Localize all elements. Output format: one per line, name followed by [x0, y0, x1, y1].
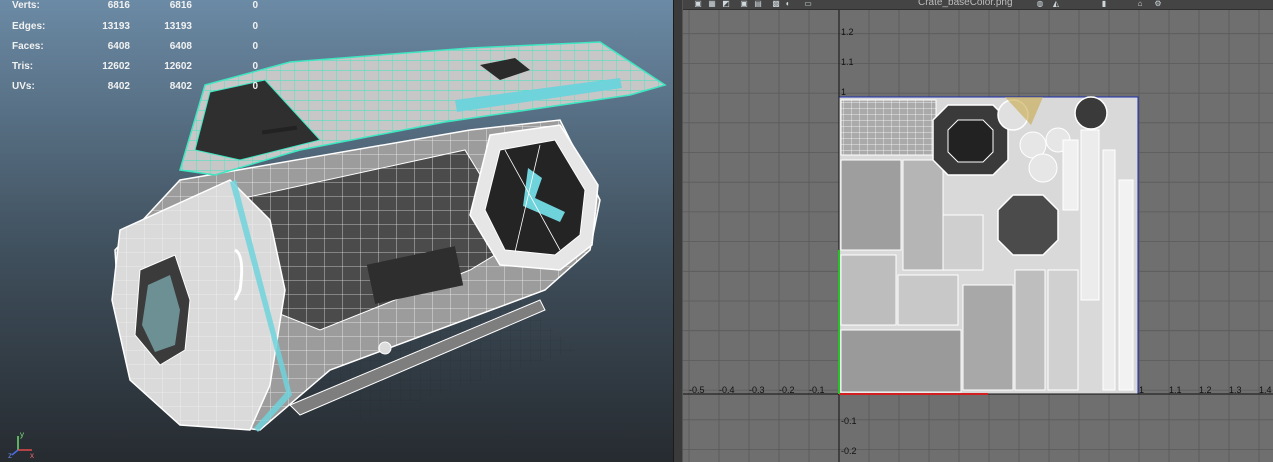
x-tick-label: -0.1: [809, 385, 825, 395]
checker-icon[interactable]: ▦: [707, 0, 717, 8]
stat-value: 6408: [169, 41, 192, 52]
x-tick-label: 1.3: [1229, 385, 1242, 395]
texture-name[interactable]: Crate_baseColor.png: [918, 0, 1013, 8]
uv-shell-icon[interactable]: ▣: [693, 0, 703, 8]
x-tick-label: -0.3: [749, 385, 765, 395]
stat-value: 8402: [169, 81, 192, 92]
x-tick-label: 1.4: [1259, 385, 1272, 395]
settings-icon[interactable]: ⚙: [1153, 0, 1163, 8]
grid-icon[interactable]: ▤: [753, 0, 763, 8]
axis-x-label: x: [30, 451, 34, 458]
uv-editor-panel[interactable]: -0.5 -0.4 -0.3 -0.2 -0.1 1 1.1 1.2 1.3 1…: [683, 0, 1273, 462]
stat-label: Tris:: [12, 61, 34, 72]
texture-icon[interactable]: ◩: [721, 0, 731, 8]
y-tick-label: -0.1: [841, 416, 857, 426]
y-tick-label: -0.2: [841, 446, 857, 456]
axis-gizmo: y x z: [8, 430, 34, 458]
stat-value: 13193: [164, 21, 192, 32]
snap-icon[interactable]: ▩: [771, 0, 781, 8]
y-tick-label: 1.1: [841, 57, 854, 67]
stat-value: 6816: [169, 0, 192, 11]
axis-y-label: y: [20, 430, 24, 439]
stat-value: 0: [252, 0, 258, 11]
stat-value: 0: [252, 41, 258, 52]
pin-icon[interactable]: ▮: [1099, 0, 1109, 8]
x-tick-label: -0.2: [779, 385, 795, 395]
stat-row-uvs: UVs: 8402 8402 0: [12, 81, 262, 95]
stat-value: 12602: [164, 61, 192, 72]
y-tick-label: 1.2: [841, 27, 854, 37]
stat-row-verts: Verts: 6816 6816 0: [12, 0, 262, 14]
stat-label: UVs:: [12, 81, 35, 92]
texture-swatch-icon[interactable]: ◍: [1035, 0, 1045, 8]
stat-value: 0: [252, 61, 258, 72]
uv-toolbar: ▣ ▦ ◩ ▣ ▤ ▩ ◐ ▭ Crate_baseColor.png ◍ ◭ …: [683, 0, 1273, 10]
y-tick-label: 1: [841, 87, 846, 97]
uv-grid-canvas[interactable]: -0.5 -0.4 -0.3 -0.2 -0.1 1 1.1 1.2 1.3 1…: [683, 0, 1273, 462]
display-icon[interactable]: ◭: [1051, 0, 1061, 8]
x-tick-label: 1: [1139, 385, 1144, 395]
stat-value: 8402: [107, 81, 130, 92]
x-tick-label: 1.1: [1169, 385, 1182, 395]
axis-z-label: z: [8, 451, 12, 458]
isolate-icon[interactable]: ▣: [739, 0, 749, 8]
stat-row-edges: Edges: 13193 13193 0: [12, 21, 262, 35]
stat-value: 6816: [107, 0, 130, 11]
image-icon[interactable]: ▭: [803, 0, 813, 8]
tool-icon[interactable]: ⌂: [1135, 0, 1145, 8]
3d-viewport[interactable]: Verts: 6816 6816 0 Edges: 13193 13193 0 …: [0, 0, 673, 462]
stat-row-faces: Faces: 6408 6408 0: [12, 41, 262, 55]
stat-value: 13193: [102, 21, 130, 32]
stat-value: 12602: [102, 61, 130, 72]
stat-row-tris: Tris: 12602 12602 0: [12, 61, 262, 75]
stat-label: Verts:: [12, 0, 40, 11]
stat-value: 0: [252, 21, 258, 32]
stat-label: Edges:: [12, 21, 46, 32]
stat-label: Faces:: [12, 41, 44, 52]
panel-splitter[interactable]: [673, 0, 683, 462]
x-tick-label: -0.5: [689, 385, 705, 395]
stat-value: 6408: [107, 41, 130, 52]
stat-value: 0: [252, 81, 258, 92]
x-tick-label: -0.4: [719, 385, 735, 395]
shaded-icon[interactable]: ◐: [783, 0, 793, 8]
x-tick-label: 1.2: [1199, 385, 1212, 395]
